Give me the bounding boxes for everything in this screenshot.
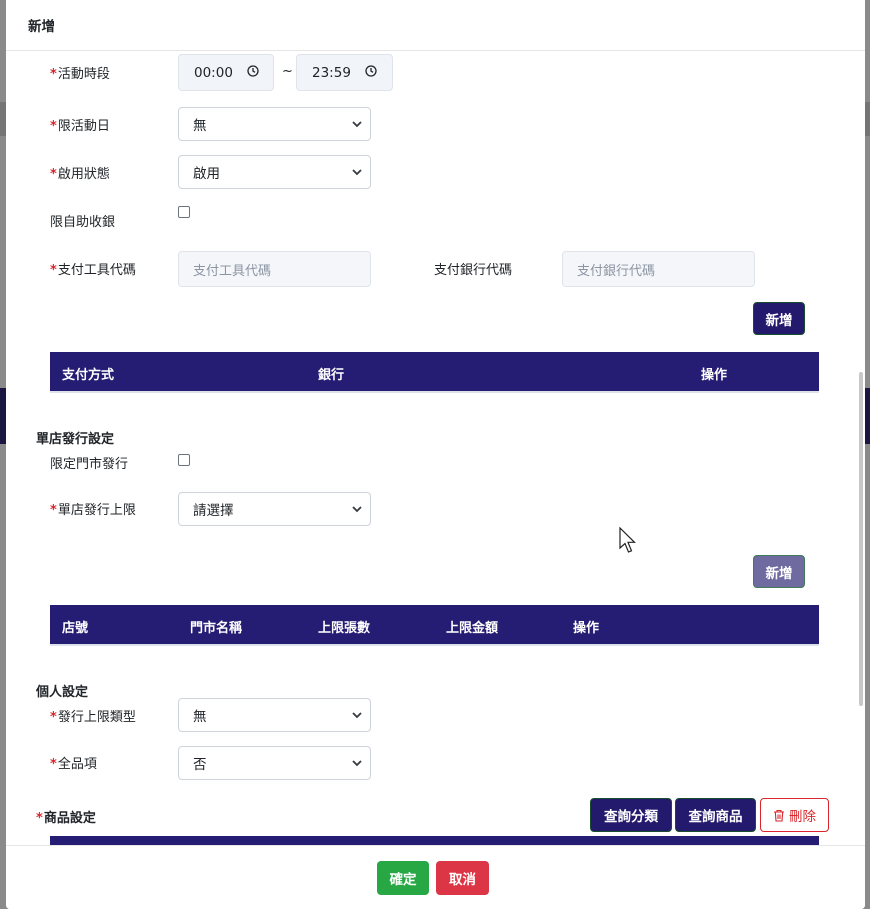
all-items-label-text: 全品項	[57, 757, 97, 772]
modal-body: *活動時段 00:00 ~ 23:59 *限活動日 無 *啟用狀態 啟用 限自助…	[6, 51, 865, 845]
limit-store-issue-checkbox[interactable]	[178, 454, 190, 466]
column-header: 操作	[573, 621, 600, 636]
store-issue-limit-label-text: 單店發行上限	[57, 503, 136, 518]
required-mark: *	[36, 811, 43, 826]
enable-status-value: 啟用	[193, 166, 220, 182]
column-header: 操作	[701, 368, 728, 383]
column-header: 店號	[62, 621, 89, 636]
payment-tool-code-label: *支付工具代碼	[50, 259, 136, 278]
chevron-down-icon	[351, 757, 363, 773]
clock-icon[interactable]	[365, 64, 377, 81]
payment-table-header: 支付方式 銀行 操作	[50, 352, 819, 393]
activity-time-label: *活動時段	[50, 63, 110, 82]
product-table-header	[50, 836, 819, 845]
chevron-down-icon	[351, 503, 363, 519]
required-mark: *	[50, 263, 57, 278]
query-product-button[interactable]: 查詢商品	[675, 798, 756, 832]
chevron-down-icon	[351, 166, 363, 182]
mouse-cursor-icon	[619, 526, 639, 559]
store-table-header: 店號 門市名稱 上限張數 上限金額 操作	[50, 605, 819, 646]
payment-tool-code-input[interactable]: 支付工具代碼	[178, 251, 371, 287]
end-time-input[interactable]: 23:59	[296, 54, 393, 91]
activity-time-label-text: 活動時段	[57, 67, 110, 82]
cancel-button[interactable]: 取消	[436, 861, 489, 895]
self-checkout-label: 限自助收銀	[50, 215, 116, 230]
start-time-value: 00:00	[194, 64, 233, 81]
required-mark: *	[50, 710, 57, 725]
add-modal: 新增 *活動時段 00:00 ~ 23:59 *限活動日 無 *啟用狀態 啟用 …	[6, 0, 865, 909]
required-mark: *	[50, 167, 57, 182]
column-header: 上限張數	[318, 621, 371, 636]
enable-status-label-text: 啟用狀態	[57, 167, 110, 182]
required-mark: *	[50, 757, 57, 772]
limit-activity-day-label-text: 限活動日	[57, 119, 110, 134]
end-time-value: 23:59	[312, 64, 351, 81]
payment-bank-code-label: 支付銀行代碼	[434, 263, 513, 278]
product-section-title-text: 商品設定	[43, 811, 96, 826]
limit-activity-day-value: 無	[193, 118, 207, 134]
limit-store-issue-label: 限定門市發行	[50, 457, 129, 472]
column-header: 上限金額	[446, 621, 499, 636]
add-payment-button[interactable]: 新增	[753, 302, 805, 335]
issue-limit-type-label: *發行上限類型	[50, 706, 136, 725]
required-mark: *	[50, 119, 57, 134]
time-separator: ~	[282, 64, 293, 79]
enable-status-select[interactable]: 啟用	[178, 155, 371, 189]
modal-header: 新增	[6, 0, 865, 51]
self-checkout-checkbox[interactable]	[178, 206, 190, 218]
issue-limit-type-label-text: 發行上限類型	[57, 710, 136, 725]
modal-title: 新增	[28, 19, 55, 35]
store-issue-limit-select[interactable]: 請選擇	[178, 492, 371, 526]
all-items-label: *全品項	[50, 753, 97, 772]
chevron-down-icon	[351, 118, 363, 134]
all-items-select[interactable]: 否	[178, 746, 371, 780]
limit-activity-day-label: *限活動日	[50, 115, 110, 134]
clock-icon[interactable]	[247, 64, 259, 81]
delete-button[interactable]: 刪除	[760, 798, 829, 832]
required-mark: *	[50, 503, 57, 518]
limit-activity-day-select[interactable]: 無	[178, 107, 371, 141]
confirm-button[interactable]: 確定	[377, 861, 429, 895]
payment-bank-code-input[interactable]: 支付銀行代碼	[562, 251, 755, 287]
start-time-input[interactable]: 00:00	[178, 54, 274, 91]
query-category-button[interactable]: 查詢分類	[590, 798, 672, 832]
store-issue-limit-value: 請選擇	[193, 503, 234, 519]
column-header: 銀行	[318, 368, 345, 383]
store-issue-section-title: 單店發行設定	[36, 432, 115, 447]
required-mark: *	[50, 67, 57, 82]
product-section-title: *商品設定	[36, 807, 96, 826]
column-header: 支付方式	[62, 368, 115, 383]
column-header: 門市名稱	[190, 621, 243, 636]
issue-limit-type-value: 無	[193, 709, 207, 725]
personal-section-title: 個人設定	[36, 685, 89, 700]
issue-limit-type-select[interactable]: 無	[178, 698, 371, 732]
modal-footer: 確定 取消	[6, 845, 865, 909]
payment-tool-code-label-text: 支付工具代碼	[57, 263, 136, 278]
trash-icon	[773, 809, 785, 822]
store-issue-limit-label: *單店發行上限	[50, 499, 136, 518]
chevron-down-icon	[351, 709, 363, 725]
delete-button-label: 刪除	[789, 809, 816, 825]
add-store-button[interactable]: 新增	[753, 555, 805, 588]
modal-scrollbar[interactable]	[859, 372, 863, 706]
enable-status-label: *啟用狀態	[50, 163, 110, 182]
all-items-value: 否	[193, 757, 207, 773]
